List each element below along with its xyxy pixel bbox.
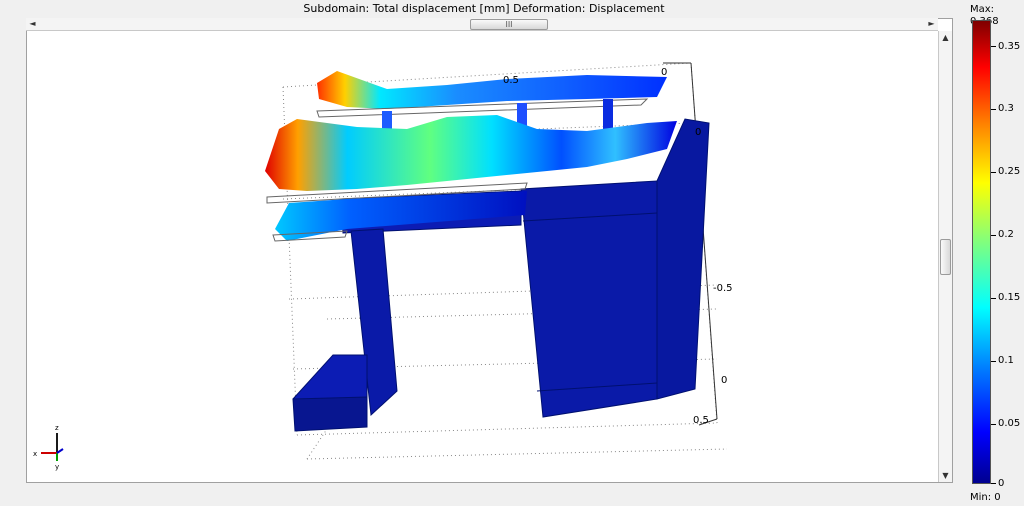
lower-shelf [272,191,527,242]
horizontal-scroll-thumb[interactable]: III [470,19,548,30]
colorbar-tick-label: 0.15 [998,292,1021,303]
scroll-down-arrow-icon[interactable]: ▼ [939,469,952,482]
scroll-right-arrow-icon[interactable]: ► [925,18,938,30]
triad-y-label: y [55,463,59,471]
vertical-scrollbar[interactable]: ▲ ▼ [938,31,952,482]
vertical-scroll-thumb[interactable] [940,239,951,275]
tick-right-top: 0 [695,127,701,138]
colorbar-tick [991,483,996,484]
tick-right-mid: -0.5 [713,283,733,294]
colorbar-tick [991,235,996,236]
colorbar-tick-label: 0.3 [998,103,1014,114]
scroll-up-arrow-icon[interactable]: ▲ [939,31,952,44]
axes-triad: z x y [33,424,64,471]
scroll-left-arrow-icon[interactable]: ◄ [26,18,39,30]
colorbar-tick-label: 0.05 [998,418,1021,429]
colorbar-tick-label: 0.2 [998,229,1014,240]
colorbar-tick [991,172,996,173]
colorbar-tick-label: 0.35 [998,41,1021,52]
triad-x-label: x [33,450,37,458]
tick-top-right: 0 [661,67,667,78]
desk-3d-plot[interactable]: 0.5 0 0 -0.5 0 0.5 z x y [27,19,953,483]
plot-title: Subdomain: Total displacement [mm] Defor… [303,2,665,15]
colorbar-tick-label: 0.1 [998,355,1014,366]
colorbar-tick [991,46,996,47]
tick-right-bottom-05: 0.5 [693,415,709,426]
horizontal-scrollbar[interactable]: ◄ III ► [26,18,938,31]
colorbar-tick [991,361,996,362]
tick-right-bottom-0: 0 [721,375,727,386]
colorbar-tick-label: 0.25 [998,166,1021,177]
colorbar-tick [991,424,996,425]
colorbar-tick [991,298,996,299]
colorbar-min-label: Min: 0 [970,492,1001,503]
colorbar [972,20,991,484]
graphics-viewport[interactable]: 0.5 0 0 -0.5 0 0.5 z x y [26,18,953,483]
tick-top-mid: 0.5 [503,75,519,86]
colorbar-tick-label: 0 [998,478,1005,489]
triad-z-label: z [55,424,59,432]
colorbar-tick [991,109,996,110]
